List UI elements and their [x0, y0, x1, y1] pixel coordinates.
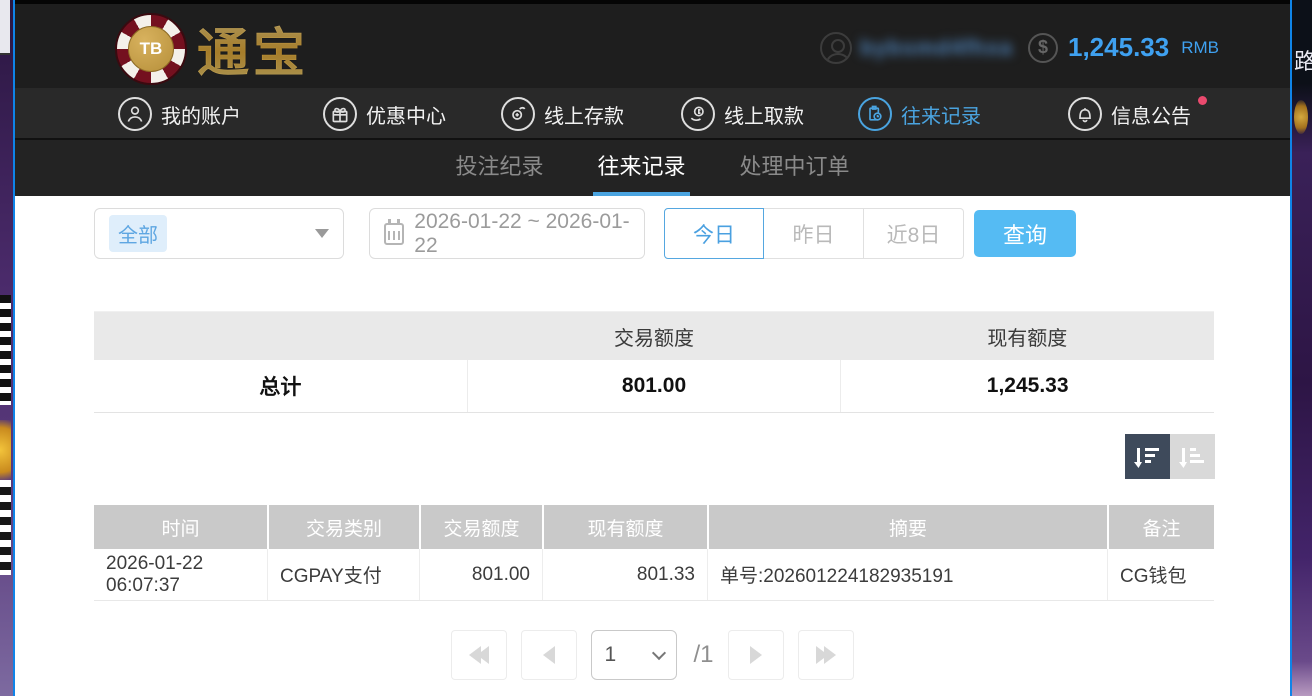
sort-controls [1125, 434, 1215, 479]
nav-my-account[interactable]: 我的账户 [118, 88, 241, 140]
balance-amount: 1,245.33 [1068, 32, 1169, 63]
summary-total-label: 总计 [94, 360, 467, 412]
cell-time: 2026-01-22 06:07:37 [94, 549, 267, 600]
background-window-right: 路 [1292, 0, 1312, 696]
nav-label: 我的账户 [161, 100, 241, 129]
col-amount: 交易额度 [419, 505, 542, 549]
summary-header-current: 现有额度 [841, 312, 1214, 360]
summary-table: 交易额度 现有额度 总计 801.00 1,245.33 [94, 311, 1214, 413]
left-arrow-icon [543, 646, 555, 664]
main-nav: 我的账户 优惠中心 线上存款 线上取款 [15, 88, 1290, 140]
main-window: TB 通宝 bybsmd4fhxa $ 1,245.33 RMB 我的账户 [13, 0, 1292, 696]
nav-online-withdraw[interactable]: 线上取款 [681, 88, 804, 140]
background-browser-edge [0, 0, 10, 55]
tab-pending-orders[interactable]: 处理中订单 [736, 140, 854, 196]
type-selected-tag: 全部 [109, 215, 167, 252]
cell-summary: 单号:202601224182935191 [707, 549, 1107, 600]
nav-transaction-records[interactable]: 往来记录 [858, 88, 981, 140]
sub-tabbar: 投注纪录 往来记录 处理中订单 [15, 140, 1290, 196]
last8days-button[interactable]: 近8日 [864, 208, 964, 259]
col-summary: 摘要 [707, 505, 1107, 549]
records-clipboard-icon [858, 97, 892, 131]
nav-label: 线上存款 [544, 100, 624, 129]
yesterday-button[interactable]: 昨日 [764, 208, 864, 259]
bell-icon [1068, 97, 1102, 131]
today-button[interactable]: 今日 [664, 208, 764, 259]
balance-currency: RMB [1181, 38, 1219, 58]
logo-text: 通宝 [197, 11, 309, 86]
background-window-left [0, 0, 13, 696]
summary-header-transaction: 交易额度 [467, 312, 840, 360]
background-art [1294, 100, 1308, 134]
nav-label: 往来记录 [901, 100, 981, 129]
summary-header-empty [94, 312, 467, 360]
background-qr-code [0, 480, 11, 575]
background-art [0, 420, 11, 480]
right-arrow-icon [750, 646, 762, 664]
nav-label: 线上取款 [724, 100, 804, 129]
user-icon [118, 97, 152, 131]
page-select[interactable]: 1 [591, 630, 677, 680]
nav-label: 优惠中心 [366, 100, 446, 129]
nav-promotions[interactable]: 优惠中心 [323, 88, 446, 140]
col-balance: 现有额度 [542, 505, 707, 549]
site-logo[interactable]: TB 通宝 [115, 11, 309, 86]
summary-header-row: 交易额度 现有额度 [94, 312, 1214, 360]
background-qr-code [0, 295, 11, 405]
page-select-value: 1 [604, 643, 616, 667]
sort-ascending-button[interactable] [1170, 434, 1215, 479]
background-text: 路 [1294, 44, 1312, 76]
calendar-icon [384, 223, 404, 245]
content-area: 全部 2026-01-22 ~ 2026-01-22 今日 昨日 近8日 查询 … [15, 196, 1290, 696]
withdraw-coin-icon [681, 97, 715, 131]
nav-online-deposit[interactable]: 线上存款 [501, 88, 624, 140]
screen: 路 TB 通宝 bybsmd4fhxa $ 1,245.33 RMB [0, 0, 1312, 696]
username-blurred: bybsmd4fhxa [860, 35, 1013, 61]
dropdown-arrow-icon [315, 229, 329, 238]
previous-page-button[interactable] [521, 630, 577, 680]
pagination: 1 /1 [15, 630, 1290, 680]
col-note: 备注 [1107, 505, 1214, 549]
summary-total-row: 总计 801.00 1,245.33 [94, 360, 1214, 413]
records-header-row: 时间 交易类别 交易额度 现有额度 摘要 备注 [94, 505, 1214, 549]
cell-amount: 801.00 [419, 549, 542, 600]
cell-type: CGPAY支付 [267, 549, 419, 600]
double-left-arrow-icon [477, 646, 489, 664]
balance-display[interactable]: $ 1,245.33 RMB [1028, 32, 1219, 63]
chevron-down-icon [652, 646, 666, 660]
logo-badge: TB [128, 26, 174, 72]
double-right-arrow-icon [824, 646, 836, 664]
user-account[interactable]: bybsmd4fhxa [820, 32, 1013, 64]
nav-label: 信息公告 [1111, 100, 1191, 129]
total-pages-label: /1 [693, 641, 713, 669]
gift-icon [323, 97, 357, 131]
records-table: 时间 交易类别 交易额度 现有额度 摘要 备注 2026-01-22 06:07… [94, 505, 1214, 601]
date-range-input[interactable]: 2026-01-22 ~ 2026-01-22 [369, 208, 645, 259]
summary-current-total: 1,245.33 [840, 360, 1214, 412]
first-page-button[interactable] [451, 630, 507, 680]
casino-chip-icon: TB [115, 13, 187, 85]
avatar-icon [820, 32, 852, 64]
deposit-coin-icon [501, 97, 535, 131]
sort-descending-button[interactable] [1125, 434, 1170, 479]
query-button[interactable]: 查询 [974, 210, 1076, 257]
notification-dot [1198, 96, 1207, 105]
type-select[interactable]: 全部 [94, 208, 344, 259]
last-page-button[interactable] [798, 630, 854, 680]
cell-note: CG钱包 [1107, 549, 1214, 600]
nav-announcements[interactable]: 信息公告 [1068, 88, 1191, 140]
col-type: 交易类别 [267, 505, 419, 549]
quick-range-group: 今日 昨日 近8日 [664, 208, 964, 259]
tab-transaction-records[interactable]: 往来记录 [593, 140, 689, 196]
summary-transaction-total: 801.00 [467, 360, 841, 412]
date-range-value: 2026-01-22 ~ 2026-01-22 [414, 210, 630, 258]
next-page-button[interactable] [728, 630, 784, 680]
site-header: TB 通宝 bybsmd4fhxa $ 1,245.33 RMB [15, 0, 1290, 88]
dollar-icon: $ [1028, 33, 1058, 63]
table-row: 2026-01-22 06:07:37 CGPAY支付 801.00 801.3… [94, 549, 1214, 601]
col-time: 时间 [94, 505, 267, 549]
cell-balance: 801.33 [542, 549, 707, 600]
tab-bet-records[interactable]: 投注纪录 [451, 140, 547, 196]
